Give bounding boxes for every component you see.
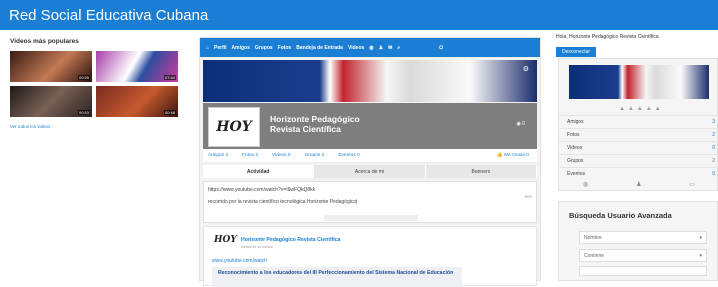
- composer-url[interactable]: https://www.youtube.com/watch?v=I6wFQkQ8…: [208, 187, 315, 193]
- video-duration: 00:48: [163, 110, 176, 115]
- image-icon[interactable]: ▭: [689, 181, 695, 188]
- subtab-groups[interactable]: Grupos 2: [305, 153, 325, 158]
- subtab-friends[interactable]: Amigos 3: [208, 153, 228, 158]
- tab-about[interactable]: Acerca de mi: [314, 165, 426, 178]
- profile-name: Horizonte Pedagógico: [270, 114, 360, 124]
- profile-subtitle: Revista Científica: [270, 124, 341, 134]
- rating-icons: ▲▲▲▲▲: [619, 106, 664, 112]
- post-timestamp: menos de un minuto: [241, 245, 273, 249]
- profile-main: ⌂ Perfil Amigos Grupos Fotos Bandeja de …: [199, 37, 541, 287]
- avatar[interactable]: HOY: [208, 107, 260, 147]
- nav-item-friends[interactable]: Amigos: [232, 45, 250, 51]
- video-thumbnail[interactable]: 07:44: [96, 51, 178, 82]
- search-input[interactable]: [579, 266, 707, 276]
- video-thumbnail[interactable]: 00:48: [96, 86, 178, 117]
- link-preview[interactable]: Reconocimiento a los educadores del III …: [212, 267, 462, 287]
- activity-post: HOY Horizonte Pedagógico Revista Científ…: [203, 226, 537, 287]
- advanced-search-title: Búsqueda Usuario Avanzada: [569, 211, 672, 220]
- chevron-down-icon: ▾: [699, 252, 702, 259]
- likes-count[interactable]: 👍 Me Gusta 0: [497, 153, 529, 158]
- home-icon[interactable]: ⌂: [206, 45, 209, 51]
- subtab-videos[interactable]: Videos 0: [272, 153, 291, 158]
- stats-list: Amigos 3 Fotos 2 Videos 0 Grupos 2 Eventos 0: [559, 115, 718, 180]
- globe-icon[interactable]: ◍: [369, 45, 373, 51]
- tab-banners[interactable]: Banners: [425, 165, 537, 178]
- section-title: Videos más populares: [10, 38, 79, 45]
- video-thumbnail[interactable]: 00:53: [10, 86, 92, 117]
- summary-cover-image: [569, 65, 709, 99]
- nav-item-inbox[interactable]: Bandeja de Entrada: [296, 45, 343, 51]
- profile-summary-card: ▲▲▲▲▲ Amigos 3 Fotos 2 Videos 0 Grupos 2 Eve…: [558, 58, 718, 191]
- avatar-logo: HOY: [216, 119, 252, 135]
- video-thumbnail[interactable]: 00:55: [10, 51, 92, 82]
- profile-stat-tabs: Amigos 3 Fotos 2 Videos 0 Grupos 2 Event…: [203, 149, 537, 163]
- video-duration: 07:44: [163, 75, 176, 80]
- stat-row-events[interactable]: Eventos 0: [559, 167, 718, 180]
- name-select[interactable]: Nombre ▾: [579, 231, 707, 244]
- user-greeting: Hola, Horizonte Pedagógico Revista Cient…: [556, 34, 718, 58]
- search-icon[interactable]: ⌕: [397, 45, 400, 51]
- power-icon[interactable]: ⏻: [439, 45, 443, 51]
- profile-navbar: ⌂ Perfil Amigos Grupos Fotos Bandeja de …: [200, 38, 540, 57]
- advanced-search-panel: Búsqueda Usuario Avanzada Nombre ▾ Contie…: [558, 201, 718, 281]
- profile-header: HOY Horizonte Pedagógico Revista Científ…: [203, 103, 537, 149]
- video-grid: 00:55 07:44 00:53 00:48: [10, 51, 190, 117]
- tab-activity[interactable]: Actividad: [203, 165, 315, 178]
- site-title[interactable]: Red Social Educativa Cubana: [9, 7, 208, 24]
- profile-count: ◉ 0: [516, 121, 525, 127]
- stat-row-friends[interactable]: Amigos 3: [559, 115, 718, 128]
- gear-icon[interactable]: ⚙: [523, 65, 529, 73]
- nav-item-profile[interactable]: Perfil: [214, 45, 227, 51]
- composer-char-count: 3600: [524, 195, 532, 199]
- post-link[interactable]: www.youtube.com/watch: [212, 258, 267, 264]
- link-preview-title: Reconocimiento a los educadores del III …: [218, 270, 454, 276]
- post-avatar[interactable]: HOY: [214, 235, 237, 249]
- stat-row-groups[interactable]: Grupos 2: [559, 154, 718, 167]
- top-header: Red Social Educativa Cubana: [0, 0, 718, 30]
- stat-row-videos[interactable]: Videos 0: [559, 141, 718, 154]
- mail-icon[interactable]: ✉: [388, 45, 392, 51]
- subtab-photos[interactable]: Fotos 2: [242, 153, 258, 158]
- composer-text[interactable]: recorrido por la revista científico tecn…: [208, 199, 357, 205]
- composer-submit-button[interactable]: [324, 215, 418, 221]
- greeting-text: Hola, Horizonte Pedagógico Revista Cient…: [556, 34, 659, 40]
- see-all-videos-link[interactable]: Ver todos los videos: [10, 124, 190, 129]
- user-icon[interactable]: ♟: [636, 181, 641, 188]
- post-author[interactable]: Horizonte Pedagógico Revista Científica: [241, 237, 340, 243]
- nav-item-groups[interactable]: Grupos: [255, 45, 273, 51]
- popular-videos-panel: Videos más populares 00:55 07:44 00:53 0…: [10, 38, 190, 129]
- content-tabs: Actividad Acerca de mi Banners: [203, 165, 537, 178]
- subtab-events[interactable]: Eventos 0: [338, 153, 359, 158]
- user-icon[interactable]: ♟: [379, 45, 383, 51]
- card-actions: ◍ ♟ ▭: [559, 181, 718, 188]
- cover-image: ⚙: [203, 60, 537, 102]
- logout-button[interactable]: Desconectar: [556, 47, 597, 57]
- chevron-down-icon: ▾: [699, 234, 702, 241]
- nav-item-photos[interactable]: Fotos: [278, 45, 292, 51]
- stat-row-photos[interactable]: Fotos 2: [559, 128, 718, 141]
- globe-icon[interactable]: ◍: [583, 181, 588, 188]
- nav-item-videos[interactable]: Videos: [348, 45, 364, 51]
- video-duration: 00:53: [77, 110, 90, 115]
- post-composer[interactable]: https://www.youtube.com/watch?v=I6wFQkQ8…: [203, 181, 537, 223]
- video-duration: 00:55: [77, 75, 90, 80]
- match-select[interactable]: Contiene ▾: [579, 249, 707, 262]
